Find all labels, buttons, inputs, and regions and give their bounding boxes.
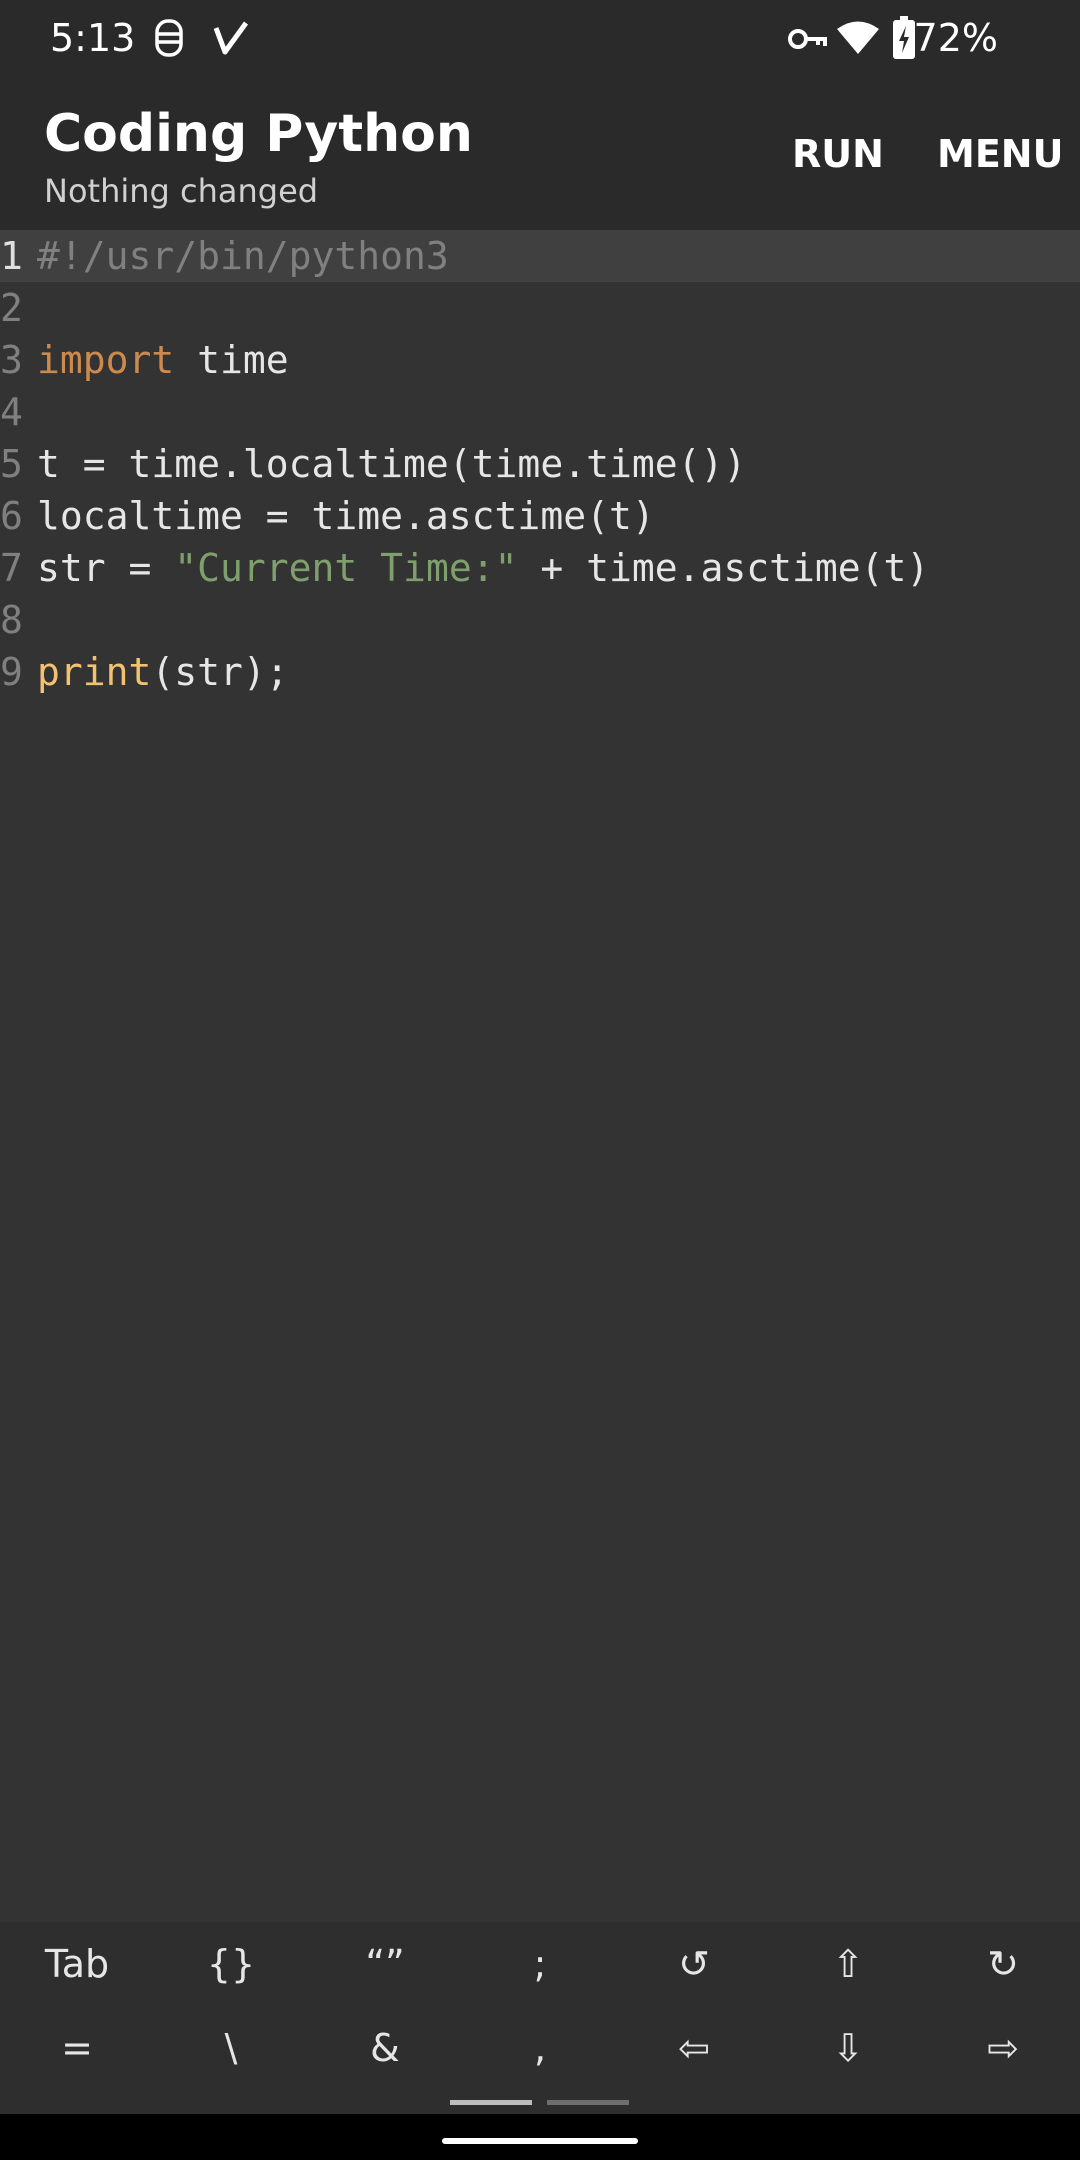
code-line[interactable]: 6 localtime = time.asctime(t)	[0, 490, 1080, 542]
code-token-plain: t = time.localtime(time.time())	[37, 442, 747, 486]
equals-key[interactable]: =	[0, 2006, 154, 2090]
symbol-row-2: = \ & , ⇦ ⇩ ⇨	[0, 2006, 1080, 2090]
code-token-keyword: import	[37, 338, 175, 382]
arrow-left-icon[interactable]: ⇦	[617, 2006, 771, 2090]
status-time: 5:13	[50, 16, 136, 60]
notification-icon	[152, 18, 186, 63]
system-nav-bar	[0, 2114, 1080, 2160]
tab-key[interactable]: Tab	[0, 1922, 154, 2006]
code-line[interactable]: 1 #!/usr/bin/python3	[0, 230, 1080, 282]
code-token-plain: time	[174, 338, 289, 382]
wifi-icon	[836, 20, 880, 61]
battery-percent: 72%	[913, 16, 998, 60]
code-text: import time	[37, 334, 289, 386]
app-bar: Coding Python Nothing changed RUN MENU	[0, 80, 1080, 230]
line-number: 1	[0, 234, 23, 278]
code-line[interactable]: 5 t = time.localtime(time.time())	[0, 438, 1080, 490]
undo-icon[interactable]: ↺	[617, 1922, 771, 2006]
code-editor[interactable]: 1 #!/usr/bin/python3 2 3 import time 4 5 t = ti…	[0, 230, 1080, 1922]
home-handle[interactable]	[442, 2138, 638, 2144]
line-number: 7	[0, 546, 23, 590]
code-token-plain: (str);	[151, 650, 289, 694]
battery-charging-icon	[892, 16, 916, 65]
code-text: #!/usr/bin/python3	[37, 230, 449, 282]
symbol-keybar: Tab {} “” ; ↺ ⇧ ↻ = \ & , ⇦ ⇩ ⇨	[0, 1922, 1080, 2114]
code-text: t = time.localtime(time.time())	[37, 438, 746, 490]
code-line[interactable]: 2	[0, 282, 1080, 334]
run-button[interactable]: RUN	[792, 132, 884, 176]
vpn-key-icon	[788, 24, 828, 59]
code-line[interactable]: 4	[0, 386, 1080, 438]
menu-button[interactable]: MENU	[937, 132, 1063, 176]
code-token-plain: str =	[37, 546, 175, 590]
ampersand-key[interactable]: &	[308, 2006, 462, 2090]
page-title: Coding Python	[44, 104, 473, 164]
code-token-comment: #!/usr/bin/python3	[37, 234, 449, 278]
arrow-down-icon[interactable]: ⇩	[771, 2006, 925, 2090]
page-indicator-inactive	[547, 2100, 629, 2105]
code-line[interactable]: 3 import time	[0, 334, 1080, 386]
arrow-right-icon[interactable]: ⇨	[926, 2006, 1080, 2090]
code-token-string: "Current Time:"	[174, 546, 518, 590]
line-number: 9	[0, 650, 23, 694]
line-number: 8	[0, 598, 23, 642]
page-indicator-active	[450, 2100, 532, 2105]
symbol-row-1: Tab {} “” ; ↺ ⇧ ↻	[0, 1922, 1080, 2006]
redo-icon[interactable]: ↻	[926, 1922, 1080, 2006]
page-subtitle: Nothing changed	[44, 172, 319, 210]
line-number: 2	[0, 286, 23, 330]
line-number: 4	[0, 390, 23, 434]
braces-key[interactable]: {}	[154, 1922, 308, 2006]
semicolon-key[interactable]: ;	[463, 1922, 617, 2006]
code-text: localtime = time.asctime(t)	[37, 490, 655, 542]
status-bar: 5:13 72%	[0, 0, 1080, 80]
code-text: print(str);	[37, 646, 289, 698]
line-number: 5	[0, 442, 23, 486]
code-line[interactable]: 9 print(str);	[0, 646, 1080, 698]
code-token-plain: localtime = time.asctime(t)	[37, 494, 655, 538]
code-token-plain: + time.asctime(t)	[517, 546, 930, 590]
code-line[interactable]: 8	[0, 594, 1080, 646]
backslash-key[interactable]: \	[154, 2006, 308, 2090]
comma-key[interactable]: ,	[463, 2006, 617, 2090]
check-icon	[213, 18, 249, 63]
code-text: str = "Current Time:" + time.asctime(t)	[37, 542, 929, 594]
line-number: 6	[0, 494, 23, 538]
code-token-func: print	[37, 650, 152, 694]
quotes-key[interactable]: “”	[308, 1922, 462, 2006]
code-line[interactable]: 7 str = "Current Time:" + time.asctime(t)	[0, 542, 1080, 594]
arrow-up-icon[interactable]: ⇧	[771, 1922, 925, 2006]
line-number: 3	[0, 338, 23, 382]
